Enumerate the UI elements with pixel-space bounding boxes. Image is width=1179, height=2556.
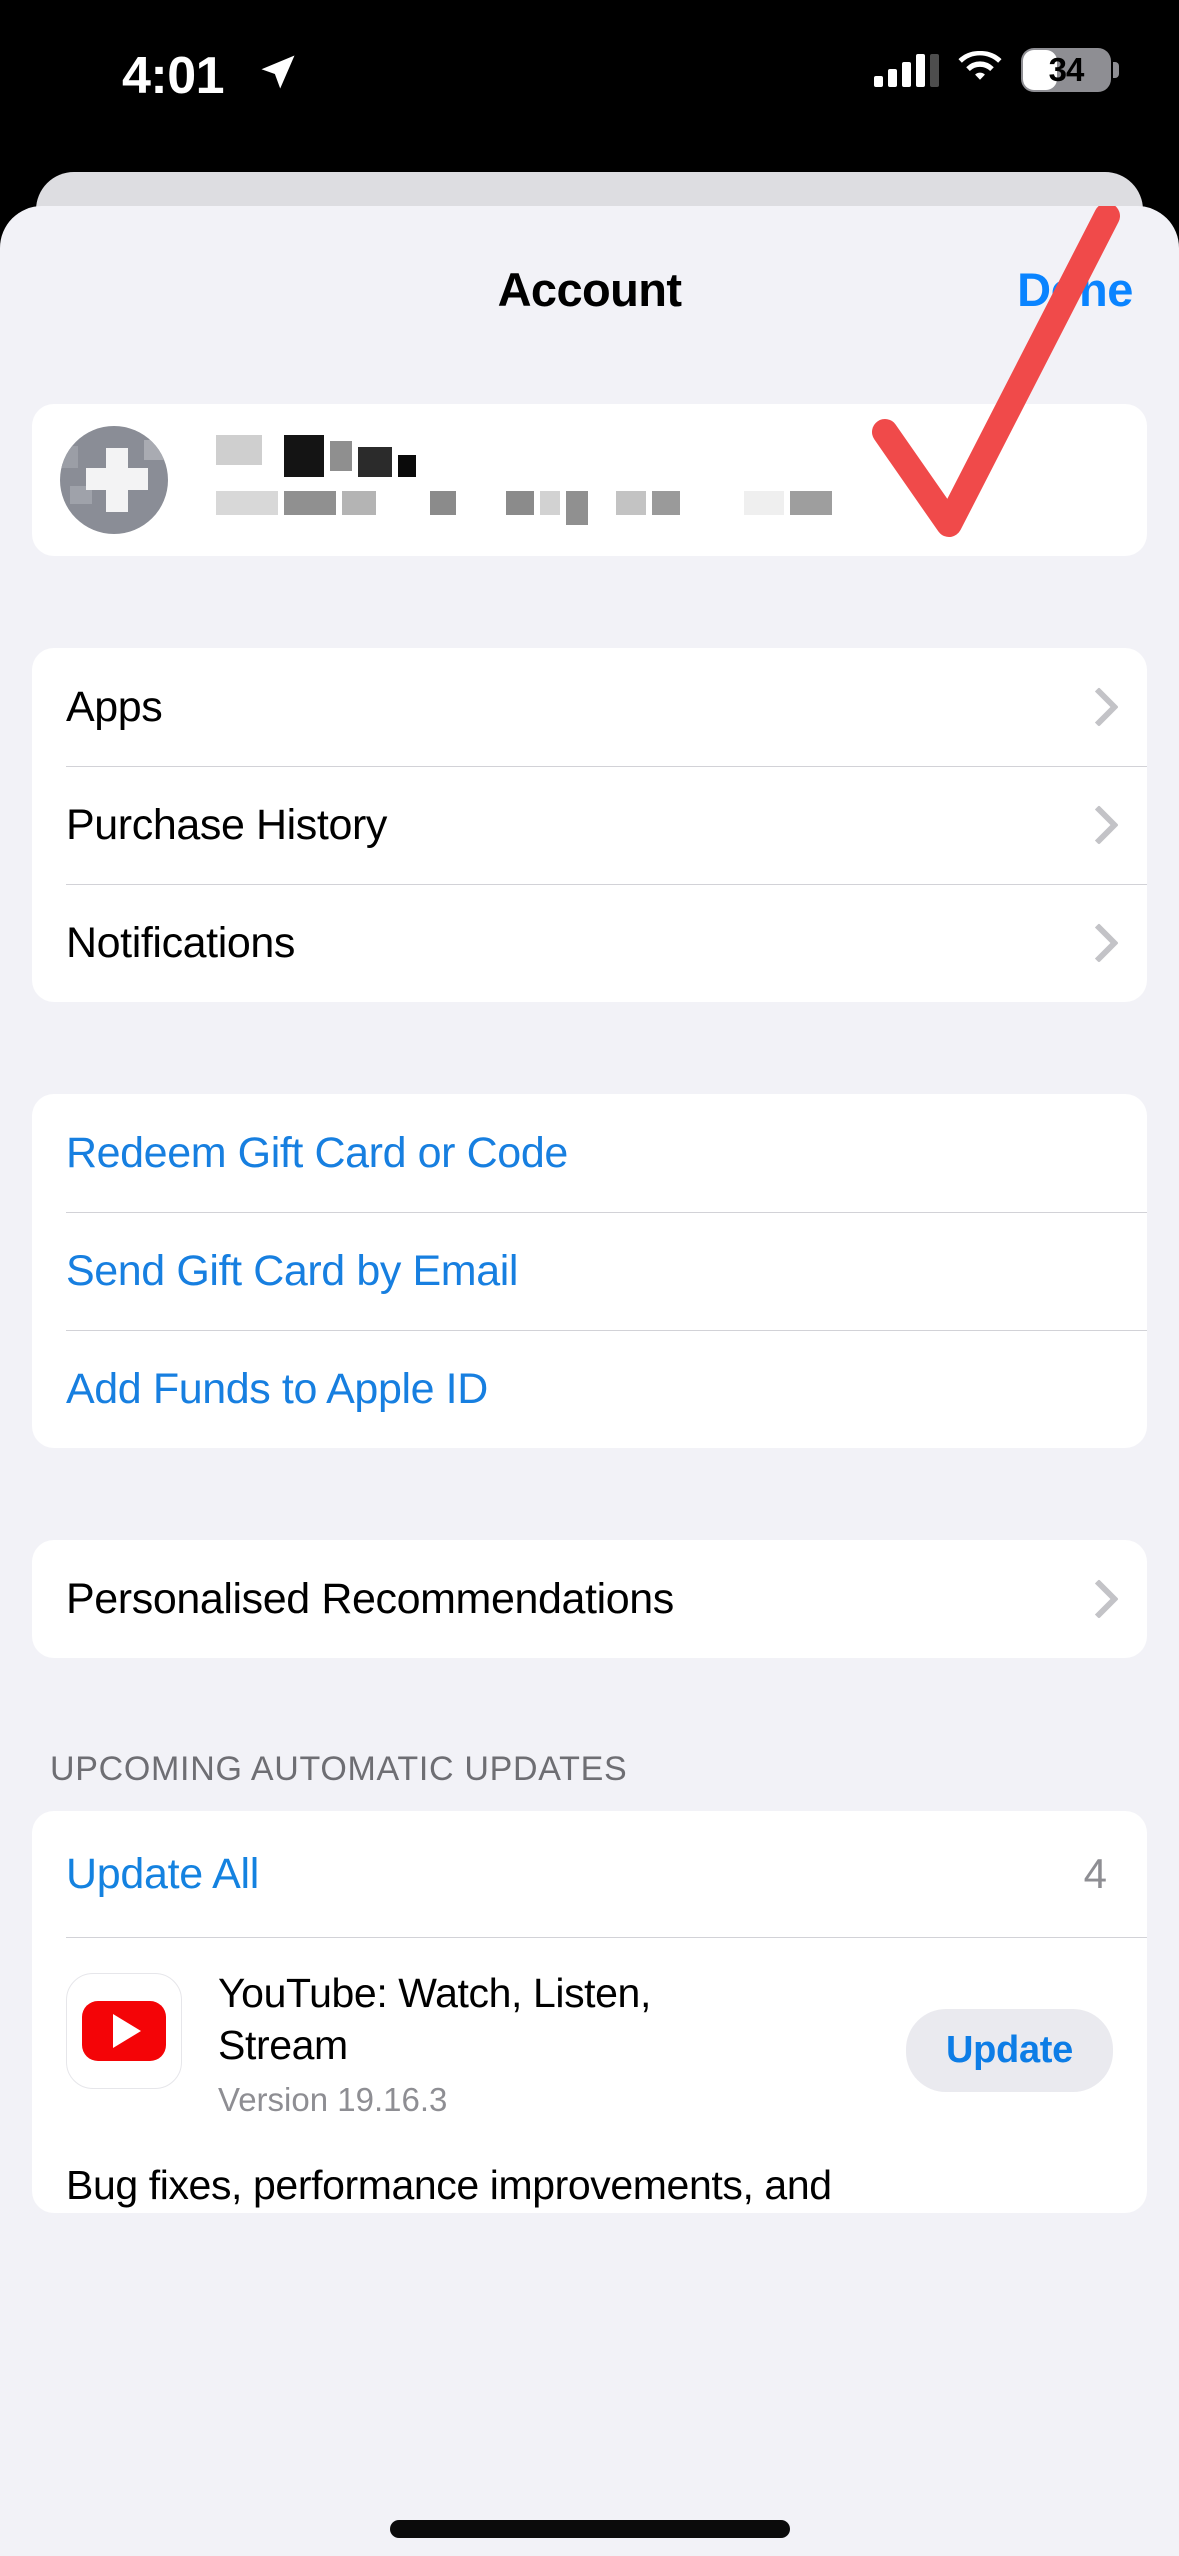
section-header-upcoming-updates: UPCOMING AUTOMATIC UPDATES xyxy=(50,1750,628,1788)
chevron-right-icon xyxy=(1085,806,1107,844)
redeem-gift-card-button[interactable]: Redeem Gift Card or Code xyxy=(32,1094,1147,1212)
battery-percent: 34 xyxy=(1048,51,1085,88)
navigation-bar: Account Done xyxy=(0,206,1179,352)
sidebar-item-purchase-history[interactable]: Purchase History xyxy=(32,766,1147,884)
sidebar-item-notifications[interactable]: Notifications xyxy=(32,884,1147,1002)
gift-card-actions-card: Redeem Gift Card or Code Send Gift Card … xyxy=(32,1094,1147,1448)
cellular-signal-icon xyxy=(874,53,939,87)
update-all-label: Update All xyxy=(66,1849,260,1898)
app-name: YouTube: Watch, Listen, Stream xyxy=(218,1970,651,2068)
app-version: Version 19.16.3 xyxy=(218,2081,448,2118)
sidebar-item-apps[interactable]: Apps xyxy=(32,648,1147,766)
account-sheet: Account Done Apps Purchase History Notif… xyxy=(0,206,1179,2556)
status-bar-indicators: 34 xyxy=(874,48,1119,92)
update-all-count: 4 xyxy=(1083,1850,1107,1897)
app-meta: YouTube: Watch, Listen, Stream Version 1… xyxy=(218,1967,906,2119)
battery-icon: 34 xyxy=(1021,48,1119,92)
youtube-icon xyxy=(66,1973,182,2089)
action-label: Send Gift Card by Email xyxy=(66,1246,519,1295)
redacted-avatar-icon xyxy=(60,426,168,534)
send-gift-card-button[interactable]: Send Gift Card by Email xyxy=(32,1212,1147,1330)
chevron-right-icon xyxy=(1085,688,1107,726)
phone-screen: 4:01 34 Account Done Apps Purchase Histo… xyxy=(0,0,1179,2556)
action-label: Add Funds to Apple ID xyxy=(66,1364,488,1413)
page-title: Account xyxy=(497,263,682,316)
menu-item-label: Personalised Recommendations xyxy=(66,1574,674,1623)
profile-card[interactable] xyxy=(32,206,1147,556)
sidebar-item-personalised-recommendations[interactable]: Personalised Recommendations xyxy=(32,1540,1147,1658)
status-bar: 4:01 34 xyxy=(0,0,1179,160)
menu-item-label: Apps xyxy=(66,682,163,731)
updates-card: Update All 4 YouTube: Watch, Listen, Str… xyxy=(32,1811,1147,2213)
profile-email-redacted xyxy=(216,491,832,525)
update-button[interactable]: Update xyxy=(906,2009,1113,2092)
done-button[interactable]: Done xyxy=(1017,262,1133,317)
update-all-row[interactable]: Update All 4 xyxy=(32,1811,1147,1937)
action-label: Redeem Gift Card or Code xyxy=(66,1128,568,1177)
profile-identity-redacted xyxy=(216,435,832,525)
profile-name-redacted xyxy=(216,435,832,477)
recommendations-card: Personalised Recommendations xyxy=(32,1540,1147,1658)
location-arrow-icon xyxy=(256,50,300,99)
add-funds-button[interactable]: Add Funds to Apple ID xyxy=(32,1330,1147,1448)
menu-item-label: Purchase History xyxy=(66,800,387,849)
account-menu-card: Apps Purchase History Notifications xyxy=(32,648,1147,1002)
wifi-icon xyxy=(957,50,1003,90)
app-release-notes: Bug fixes, performance improvements, and xyxy=(66,2162,832,2208)
chevron-right-icon xyxy=(1085,1580,1107,1618)
list-item[interactable]: YouTube: Watch, Listen, Stream Version 1… xyxy=(32,1937,1147,2129)
menu-item-label: Notifications xyxy=(66,918,296,967)
chevron-right-icon xyxy=(1085,924,1107,962)
home-indicator[interactable] xyxy=(389,2520,790,2538)
status-bar-time: 4:01 xyxy=(122,47,225,105)
